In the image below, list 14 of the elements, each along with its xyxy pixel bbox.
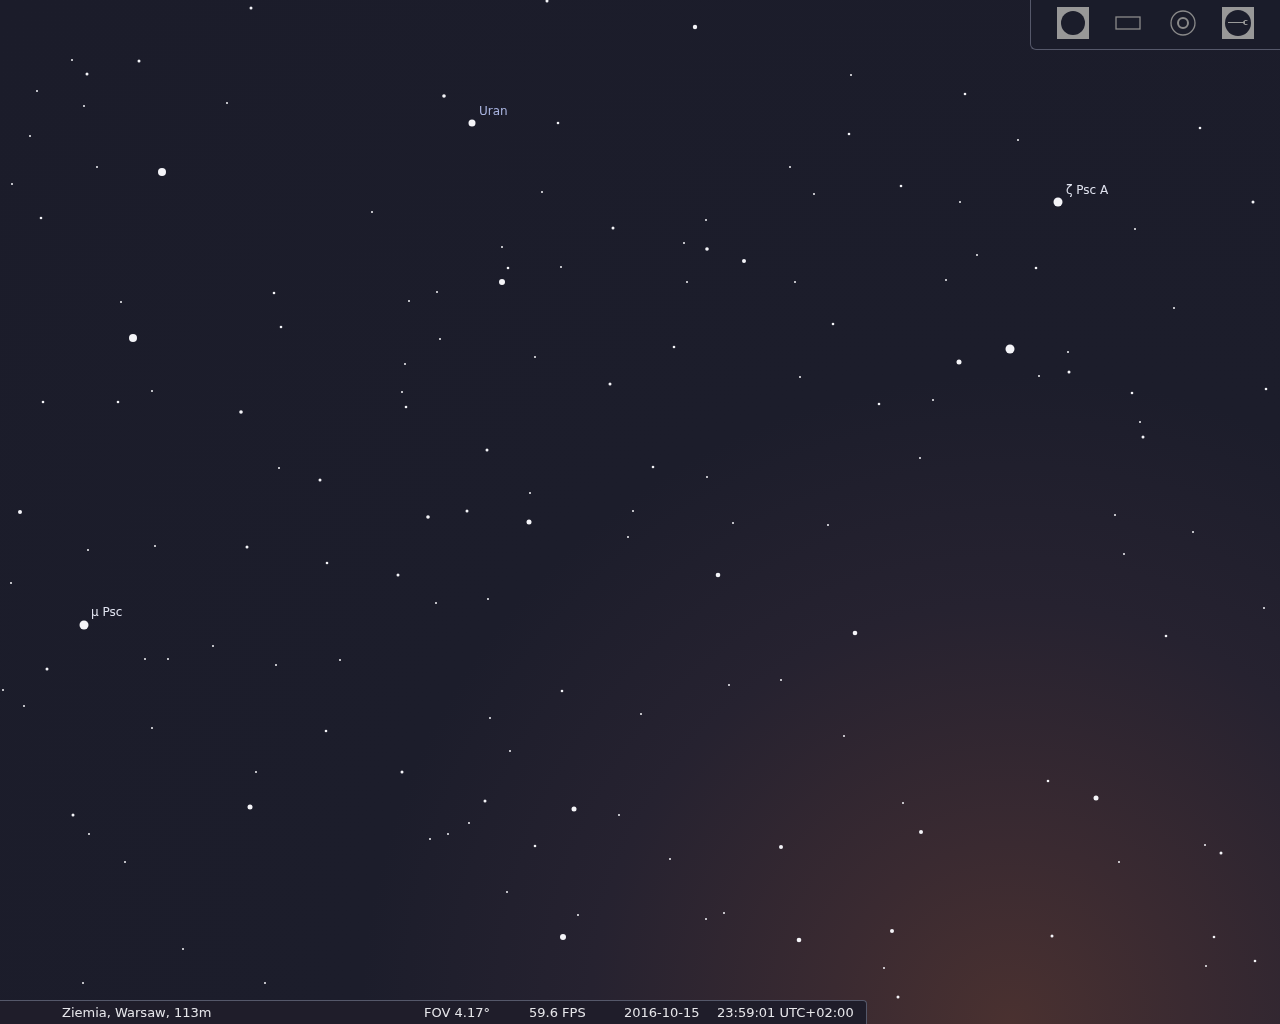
time-text: 23:59:01 UTC+02:00 <box>717 1005 854 1020</box>
disc-icon <box>1060 10 1085 35</box>
star-label: μ Psc <box>91 605 123 619</box>
toolbar-button[interactable] <box>1222 6 1255 39</box>
target-icon <box>1170 9 1197 36</box>
toolbar-button[interactable] <box>1056 6 1089 39</box>
fps-text: 59.6 FPS <box>529 1005 586 1020</box>
fov-text: FOV 4.17° <box>424 1005 490 1020</box>
location-text: Ziemia, Warsaw, 113m <box>62 1005 212 1020</box>
star-label: ζ Psc A <box>1066 183 1109 197</box>
wrench-icon <box>1225 9 1252 36</box>
date-text: 2016-10-15 <box>624 1005 700 1020</box>
rectangle-icon <box>1114 15 1141 30</box>
star-label: Uran <box>479 104 508 118</box>
